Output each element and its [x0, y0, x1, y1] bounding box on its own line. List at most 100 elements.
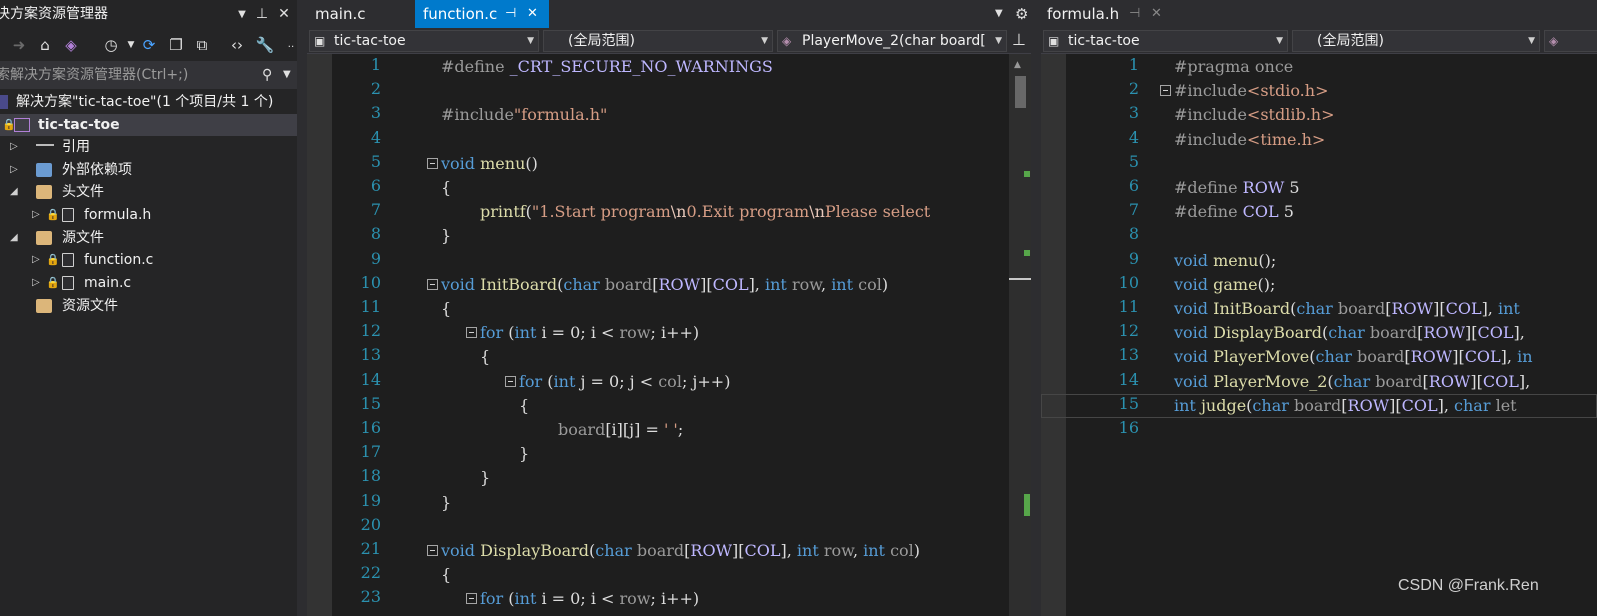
code-line[interactable]: int judge(char board[ROW][COL], char let — [1041, 393, 1597, 418]
back-icon[interactable]: ➜ — [8, 34, 30, 56]
expand-arrow-icon[interactable]: ▷ — [10, 159, 18, 181]
close-icon[interactable]: ✕ — [527, 0, 538, 28]
project-dropdown[interactable]: ▣ tic-tac-toe ▼ — [1043, 30, 1288, 52]
collapse-region-icon[interactable] — [466, 593, 477, 605]
collapse-arrow-icon[interactable]: ◢ — [10, 181, 18, 203]
more-icon[interactable]: ‥ — [280, 34, 297, 56]
code-line[interactable]: } — [307, 224, 1009, 248]
settings-gear-icon[interactable]: ⚙ — [1015, 0, 1028, 28]
code-line[interactable]: #define _CRT_SECURE_NO_WARNINGS — [307, 55, 1009, 79]
pin-icon[interactable]: ⊣ — [505, 0, 516, 28]
code-line[interactable]: void menu() — [307, 152, 1009, 176]
collapse-region-icon[interactable] — [1160, 85, 1171, 97]
tree-project-node[interactable]: 🔒 tic-tac-toe — [0, 114, 297, 136]
code-line[interactable]: { — [307, 394, 1009, 418]
expand-arrow-icon[interactable]: ▷ — [10, 136, 18, 158]
code-line[interactable] — [1041, 224, 1597, 248]
scroll-up-arrow-icon[interactable]: ▲ — [1014, 60, 1021, 70]
tree-item-main-c[interactable]: ▷ 🔒 main.c — [0, 272, 297, 294]
code-line[interactable] — [307, 249, 1009, 273]
code-line[interactable]: #define ROW 5 — [1041, 176, 1597, 200]
refresh-icon[interactable]: ⟳ — [138, 34, 160, 56]
splitter[interactable] — [297, 0, 307, 616]
code-line[interactable] — [307, 128, 1009, 152]
code-line[interactable] — [307, 515, 1009, 539]
code-line[interactable]: void menu(); — [1041, 249, 1597, 273]
code-line[interactable]: } — [307, 466, 1009, 490]
scroll-thumb[interactable] — [1015, 76, 1026, 108]
collapse-region-icon[interactable] — [466, 327, 477, 339]
tree-item-external-deps[interactable]: ▷ 外部依赖项 — [0, 159, 297, 181]
code-line[interactable]: void DisplayBoard(char board[ROW][COL], … — [307, 539, 1009, 563]
tree-item-header-files[interactable]: ◢ 头文件 — [0, 181, 297, 203]
member-dropdown[interactable]: ◈ PlayerMove_2(char board[ ▼ — [777, 30, 1007, 52]
code-line[interactable] — [1041, 152, 1597, 176]
code-line[interactable]: } — [307, 491, 1009, 515]
collapse-region-icon[interactable] — [427, 278, 438, 290]
code-line[interactable]: #include<stdlib.h> — [1041, 103, 1597, 127]
code-line[interactable]: void PlayerMove(char board[ROW][COL], in — [1041, 345, 1597, 369]
code-line[interactable]: } — [307, 442, 1009, 466]
code-line[interactable]: { — [307, 297, 1009, 321]
search-icon[interactable]: ⚲ — [262, 61, 272, 89]
code-line[interactable]: #include<stdio.h> — [1041, 79, 1597, 103]
history-icon[interactable]: ◷ — [100, 34, 122, 56]
code-line[interactable]: for (int i = 0; i < row; i++) — [307, 321, 1009, 345]
tab-formula-h[interactable]: formula.h ⊣ ✕ — [1041, 0, 1171, 28]
code-line[interactable]: void game(); — [1041, 273, 1597, 297]
code-line[interactable]: #define COL 5 — [1041, 200, 1597, 224]
properties-wrench-icon[interactable]: 🔧 — [254, 34, 276, 56]
solution-search-box[interactable]: 索解决方案资源管理器(Ctrl+;) ⚲ ▼ — [0, 61, 297, 89]
panel-menu-dropdown-icon[interactable]: ▼ — [232, 0, 252, 29]
code-line[interactable] — [307, 79, 1009, 103]
right-code-editor[interactable]: 1 2 3 4 5 6 7 8 9 10 11 12 13 14 15 16 #pragma once #incl… — [1041, 54, 1597, 616]
code-line[interactable]: void PlayerMove_2(char board[ROW][COL], — [1041, 370, 1597, 394]
collapse-region-icon[interactable] — [427, 545, 438, 556]
pin-icon[interactable]: ⊥ — [252, 0, 272, 29]
code-line[interactable]: for (int i = 0; i < row; i++) — [307, 587, 1009, 611]
code-line[interactable]: #pragma once — [1041, 55, 1597, 79]
scope-dropdown[interactable]: (全局范围) ▼ — [543, 30, 773, 52]
collapse-all-icon[interactable]: ❐ — [165, 34, 187, 56]
left-vertical-scrollbar[interactable]: ▲ — [1009, 54, 1031, 616]
code-line[interactable]: for (int j = 0; j < col; j++) — [307, 370, 1009, 394]
tree-solution-node[interactable]: 解决方案"tic-tac-toe"(1 个项目/共 1 个) — [0, 91, 297, 113]
project-dropdown[interactable]: ▣ tic-tac-toe ▼ — [309, 30, 539, 52]
code-line[interactable]: { — [307, 345, 1009, 369]
search-options-dropdown-icon[interactable]: ▼ — [283, 61, 291, 89]
tree-item-references[interactable]: ▷ 引用 — [0, 136, 297, 158]
code-line[interactable]: void InitBoard(char board[ROW][COL], int… — [307, 273, 1009, 297]
pin-icon[interactable]: ⊣ — [1129, 0, 1140, 28]
close-icon[interactable]: ✕ — [1151, 0, 1162, 28]
home-icon[interactable]: ⌂ — [34, 34, 56, 56]
tab-list-dropdown-icon[interactable]: ▼ — [995, 0, 1003, 28]
tree-item-function-c[interactable]: ▷ 🔒 function.c — [0, 249, 297, 271]
show-all-files-icon[interactable]: ⧉ — [191, 34, 213, 56]
close-icon[interactable]: ✕ — [274, 0, 294, 29]
view-code-icon[interactable]: ‹› — [226, 34, 248, 56]
tree-item-formula-h[interactable]: ▷ 🔒 formula.h — [0, 204, 297, 226]
member-dropdown[interactable]: ◈ — [1544, 30, 1597, 52]
tree-item-resource-files[interactable]: 资源文件 — [0, 295, 297, 317]
split-icon[interactable]: ⊥ — [1012, 30, 1026, 49]
splitter[interactable] — [1031, 0, 1041, 616]
code-line[interactable]: printf("1.Start program\n0.Exit program\… — [307, 200, 1009, 224]
expand-arrow-icon[interactable]: ▷ — [32, 272, 40, 294]
code-line[interactable] — [1041, 418, 1597, 442]
tab-function-c[interactable]: function.c ⊣ ✕ — [415, 0, 549, 28]
collapse-arrow-icon[interactable]: ◢ — [10, 227, 18, 249]
scope-dropdown[interactable]: (全局范围) ▼ — [1292, 30, 1540, 52]
expand-arrow-icon[interactable]: ▷ — [32, 249, 40, 271]
left-code-editor[interactable]: 1 2 3 4 5 6 7 8 9 10 11 12 13 14 15 16 17 18 19 20 21 22 23 #de… — [307, 54, 1009, 616]
code-line[interactable]: #include"formula.h" — [307, 103, 1009, 127]
code-line[interactable]: void InitBoard(char board[ROW][COL], int — [1041, 297, 1597, 321]
collapse-region-icon[interactable] — [427, 157, 438, 169]
collapse-region-icon[interactable] — [505, 375, 516, 387]
tree-item-source-files[interactable]: ◢ 源文件 — [0, 227, 297, 249]
code-line[interactable]: board[i][j] = ' '; — [307, 418, 1009, 442]
tab-main-c[interactable]: main.c — [307, 0, 415, 28]
code-line[interactable]: { — [307, 563, 1009, 587]
visual-studio-icon[interactable]: ◈ — [60, 34, 82, 56]
expand-arrow-icon[interactable]: ▷ — [32, 204, 40, 226]
code-line[interactable]: { — [307, 176, 1009, 200]
